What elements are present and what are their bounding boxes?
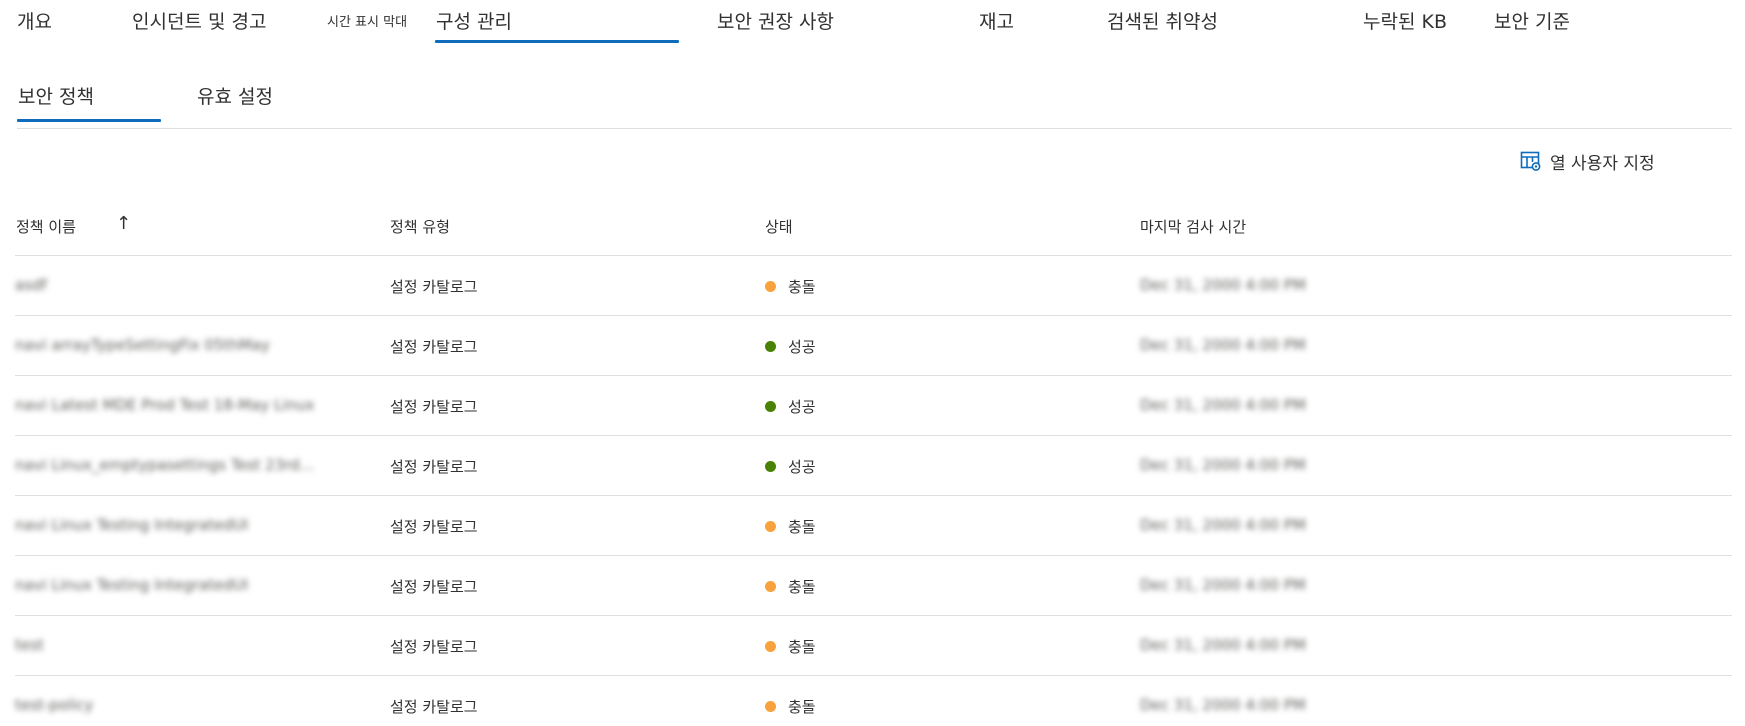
policy-type-cell: 설정 카탈로그 [390, 518, 478, 536]
header-row [15, 196, 1732, 256]
policy-name-cell[interactable]: navi Latest MDE Prod Test 18-May Linux [15, 396, 375, 414]
subtab-divider [17, 128, 1732, 129]
status-label: 충돌 [788, 578, 816, 596]
last-check-time-cell: Dec 31, 2000 4:00 PM [1140, 516, 1306, 534]
last-check-time-cell: Dec 31, 2000 4:00 PM [1140, 636, 1306, 654]
last-check-time-cell: Dec 31, 2000 4:00 PM [1140, 336, 1306, 354]
status-label: 충돌 [788, 278, 816, 296]
policy-type-cell: 설정 카탈로그 [390, 698, 478, 716]
status-dot-icon [765, 461, 776, 472]
tab-inventory[interactable]: 재고 [979, 7, 1014, 34]
tab-incidents-alerts[interactable]: 인시던트 및 경고 [132, 7, 266, 34]
status-cell: 충돌 [765, 276, 816, 297]
status-label: 성공 [788, 458, 816, 476]
subtab-effective-settings[interactable]: 유효 설정 [197, 82, 273, 109]
tab-missing-kbs[interactable]: 누락된 KB [1363, 7, 1447, 34]
tab-discovered-vulnerabilities[interactable]: 검색된 취약성 [1107, 7, 1218, 34]
status-dot-icon [765, 281, 776, 292]
table-row[interactable]: test-policy 설정 카탈로그 충돌 Dec 31, 2000 4:00… [15, 676, 1732, 726]
status-cell: 충돌 [765, 636, 816, 657]
table-row[interactable]: navi Linux Testing IntegratedUI 설정 카탈로그 … [15, 556, 1732, 616]
status-label: 성공 [788, 338, 816, 356]
subtab-security-policies[interactable]: 보안 정책 [18, 82, 94, 109]
status-label: 성공 [788, 398, 816, 416]
policy-name-cell[interactable]: test-policy [15, 696, 375, 714]
status-label: 충돌 [788, 698, 816, 716]
customize-columns-button[interactable]: 열 사용자 지정 [1520, 148, 1655, 174]
status-dot-icon [765, 521, 776, 532]
table-settings-icon [1520, 151, 1541, 171]
tab-configuration-management[interactable]: 구성 관리 [436, 7, 512, 34]
tab-overview[interactable]: 개요 [17, 7, 52, 34]
last-check-time-cell: Dec 31, 2000 4:00 PM [1140, 396, 1306, 414]
status-cell: 충돌 [765, 576, 816, 597]
status-dot-icon [765, 701, 776, 712]
tab-security-baselines[interactable]: 보안 기준 [1494, 7, 1570, 34]
table-row[interactable]: navi arrayTypeSettingFix 05thMay 설정 카탈로그… [15, 316, 1732, 376]
policy-name-cell[interactable]: navi arrayTypeSettingFix 05thMay [15, 336, 375, 354]
table-row[interactable]: navi Linux Testing IntegratedUI 설정 카탈로그 … [15, 496, 1732, 556]
tab-timeline[interactable]: 시간 표시 막대 [327, 11, 407, 30]
status-cell: 충돌 [765, 516, 816, 537]
status-dot-icon [765, 581, 776, 592]
table-row[interactable]: test 설정 카탈로그 충돌 Dec 31, 2000 4:00 PM [15, 616, 1732, 676]
table-row[interactable]: asdf 설정 카탈로그 충돌 Dec 31, 2000 4:00 PM [15, 256, 1732, 316]
last-check-time-cell: Dec 31, 2000 4:00 PM [1140, 696, 1306, 714]
policy-type-cell: 설정 카탈로그 [390, 338, 478, 356]
last-check-time-cell: Dec 31, 2000 4:00 PM [1140, 456, 1306, 474]
top-tab-bar: 개요 인시던트 및 경고 시간 표시 막대 구성 관리 보안 권장 사항 재고 … [0, 0, 1745, 46]
status-dot-icon [765, 401, 776, 412]
status-cell: 성공 [765, 396, 816, 417]
selected-tab-indicator [435, 40, 679, 43]
status-label: 충돌 [788, 638, 816, 656]
policy-type-cell: 설정 카탈로그 [390, 278, 478, 296]
status-dot-icon [765, 341, 776, 352]
status-label: 충돌 [788, 518, 816, 536]
policy-type-cell: 설정 카탈로그 [390, 398, 478, 416]
status-cell: 성공 [765, 336, 816, 357]
policy-name-cell[interactable]: navi Linux Testing IntegratedUI [15, 576, 375, 594]
status-cell: 충돌 [765, 696, 816, 717]
status-cell: 성공 [765, 456, 816, 477]
policy-name-cell[interactable]: navi Linux Testing IntegratedUI [15, 516, 375, 534]
policy-type-cell: 설정 카탈로그 [390, 638, 478, 656]
selected-subtab-indicator [17, 119, 161, 122]
policy-name-cell[interactable]: test [15, 636, 375, 654]
tab-security-recommendations[interactable]: 보안 권장 사항 [717, 7, 834, 34]
customize-columns-label: 열 사용자 지정 [1550, 153, 1655, 174]
policy-name-cell[interactable]: asdf [15, 276, 375, 294]
status-dot-icon [765, 641, 776, 652]
table-row[interactable]: navi Linux_emptypasettings Test 23rd... … [15, 436, 1732, 496]
policy-name-cell[interactable]: navi Linux_emptypasettings Test 23rd... [15, 456, 375, 474]
last-check-time-cell: Dec 31, 2000 4:00 PM [1140, 276, 1306, 294]
policy-type-cell: 설정 카탈로그 [390, 458, 478, 476]
policy-type-cell: 설정 카탈로그 [390, 578, 478, 596]
table-row[interactable]: navi Latest MDE Prod Test 18-May Linux 설… [15, 376, 1732, 436]
last-check-time-cell: Dec 31, 2000 4:00 PM [1140, 576, 1306, 594]
